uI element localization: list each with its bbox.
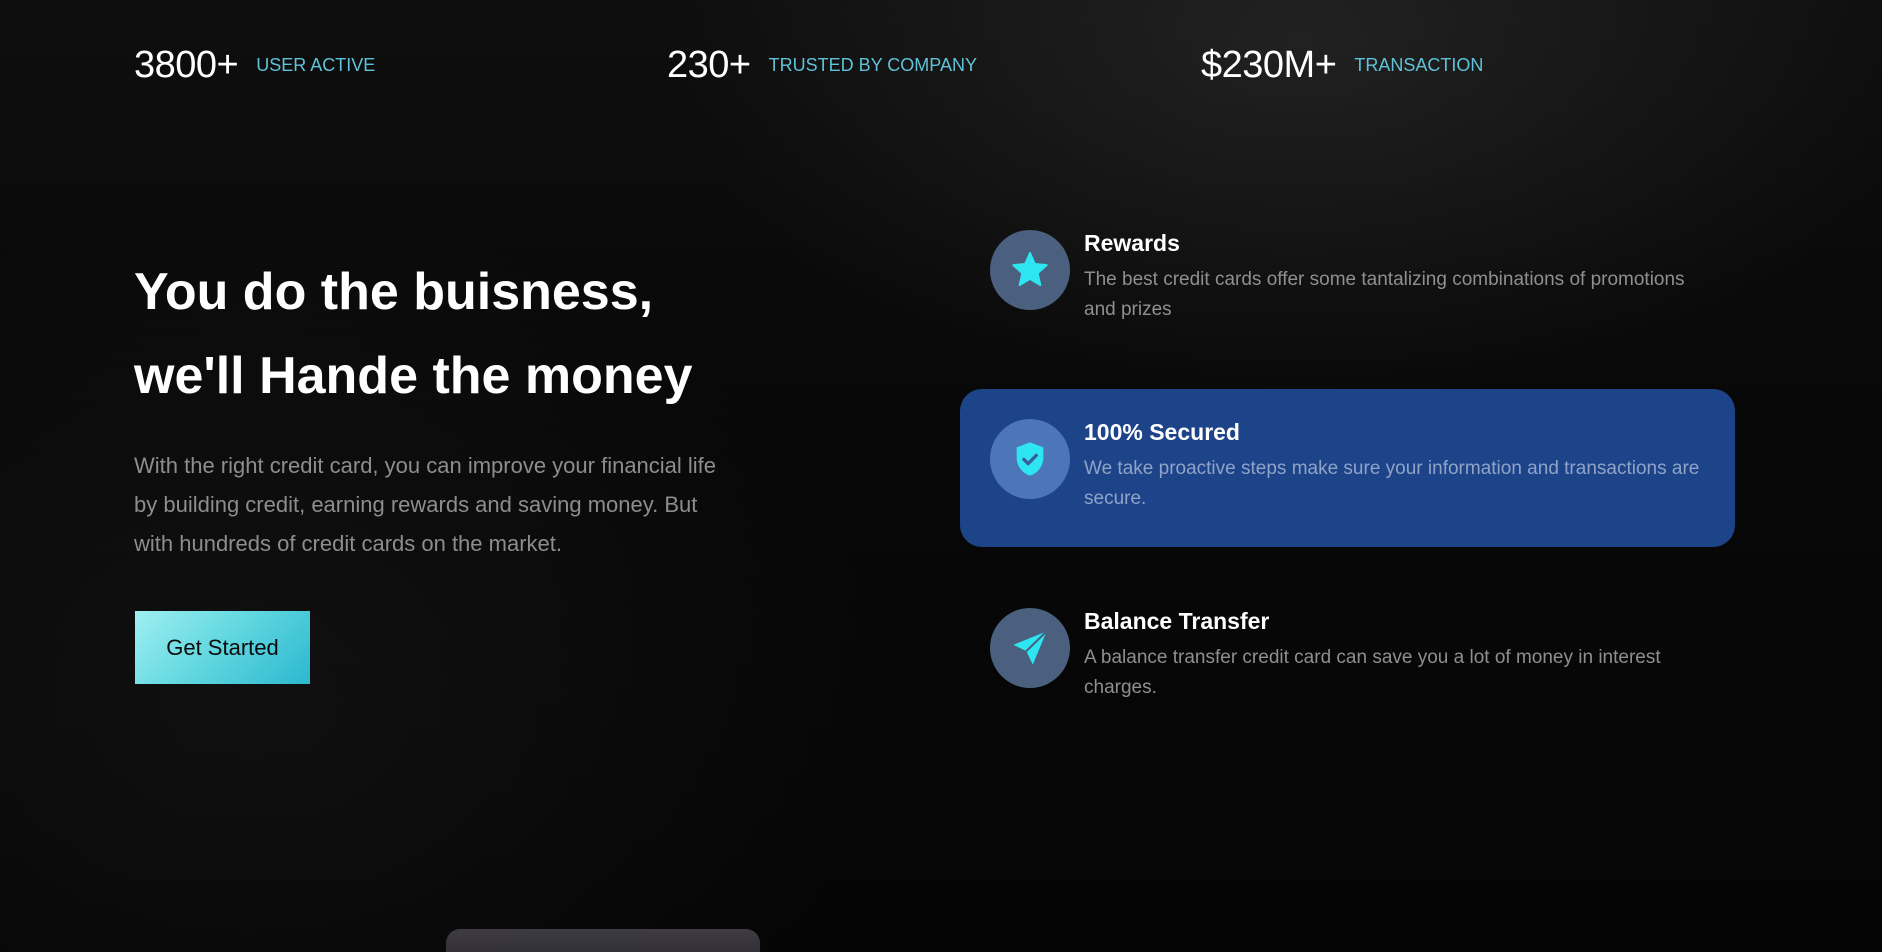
star-icon: [990, 230, 1070, 310]
stat-label: TRUSTED BY COMPANY: [768, 54, 977, 75]
stat-value: 3800+: [134, 43, 239, 86]
bottom-card-preview: [446, 929, 760, 952]
stat-trusted-by-company: 230+ TRUSTED BY COMPANY: [667, 40, 977, 90]
feature-title: Balance Transfer: [1084, 608, 1270, 634]
stat-label: USER ACTIVE: [256, 54, 376, 75]
hero-title-line-1: You do the buisness,: [134, 263, 654, 321]
stat-label: TRANSACTION: [1354, 54, 1484, 75]
send-icon: [990, 608, 1070, 688]
stat-value: $230M+: [1201, 43, 1337, 86]
feature-card-secured[interactable]: 100% Secured We take proactive steps mak…: [960, 389, 1735, 547]
stat-user-active: 3800+ USER ACTIVE: [134, 40, 375, 90]
feature-description: The best credit cards offer some tantali…: [1084, 269, 1685, 320]
feature-description: A balance transfer credit card can save …: [1084, 647, 1661, 698]
hero-description: With the right credit card, you can impr…: [134, 453, 717, 556]
page: 3800+ USER ACTIVE 230+ TRUSTED BY COMPAN…: [0, 0, 1882, 952]
get-started-button[interactable]: Get Started: [135, 611, 310, 684]
shield-check-icon: [990, 419, 1070, 499]
hero-title-line-2: we'll Hande the money: [134, 347, 693, 405]
feature-title: Rewards: [1084, 230, 1180, 256]
feature-card-rewards[interactable]: Rewards The best credit cards offer some…: [960, 200, 1735, 358]
feature-card-balance-transfer[interactable]: Balance Transfer A balance transfer cred…: [960, 578, 1735, 736]
feature-title: 100% Secured: [1084, 419, 1240, 445]
stat-transaction: $230M+ TRANSACTION: [1201, 40, 1483, 90]
hero-title: You do the buisness, we'll Hande the mon…: [134, 250, 894, 418]
stat-value: 230+: [667, 43, 751, 86]
feature-description: We take proactive steps make sure your i…: [1084, 458, 1700, 509]
